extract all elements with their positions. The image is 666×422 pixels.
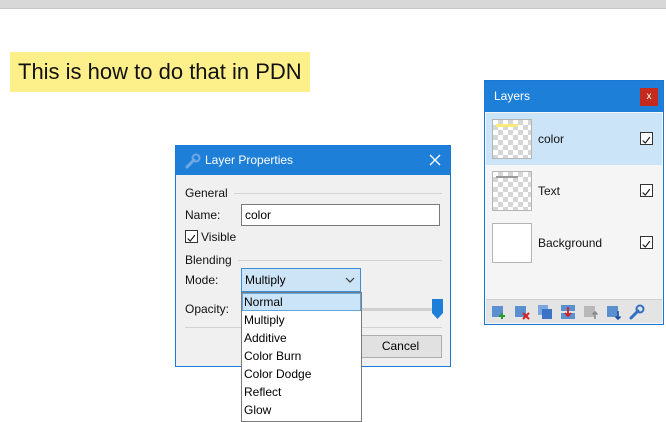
blend-mode-value: Multiply (245, 273, 286, 287)
blend-mode-select[interactable]: Multiply (241, 268, 361, 292)
thumbnail-content (496, 176, 518, 178)
layer-name: Text (538, 184, 561, 198)
layers-close-button[interactable]: x (640, 88, 658, 106)
dropdown-option-normal[interactable]: Normal (242, 293, 361, 311)
layer-visible-checkbox[interactable] (640, 236, 653, 249)
name-label: Name: (185, 208, 221, 222)
visible-checkbox[interactable] (185, 230, 198, 243)
layer-name: color (538, 132, 565, 146)
layer-name: Background (538, 236, 603, 250)
checkmark-icon (642, 240, 651, 248)
move-layer-up-icon[interactable] (583, 304, 599, 320)
blending-section-label: Blending (185, 253, 232, 267)
blend-mode-dropdown-list: Normal Multiply Additive Color Burn Colo… (241, 292, 362, 422)
cancel-button[interactable]: Cancel (359, 335, 442, 358)
visible-label: Visible (201, 230, 237, 244)
dialog-titlebar[interactable]: Layer Properties (176, 146, 450, 175)
general-divider (234, 193, 442, 194)
add-layer-icon[interactable] (491, 304, 507, 320)
dropdown-option-additive[interactable]: Additive (242, 329, 361, 347)
layer-row-color[interactable]: color (486, 113, 662, 165)
thumbnail-content (496, 124, 518, 127)
chevron-down-icon (345, 277, 355, 283)
dialog-title: Layer Properties (205, 153, 294, 167)
layers-title: Layers (494, 89, 531, 103)
wrench-icon (185, 153, 201, 169)
layers-window: Layers x color Text Background (484, 80, 664, 325)
opacity-slider-thumb[interactable] (432, 299, 443, 319)
general-section-label: General (185, 186, 228, 200)
dropdown-option-multiply[interactable]: Multiply (242, 311, 361, 329)
merge-layer-down-icon[interactable] (560, 304, 576, 320)
layer-row-background[interactable]: Background (486, 217, 662, 269)
layer-properties-icon[interactable] (629, 304, 645, 320)
duplicate-layer-icon[interactable] (537, 304, 553, 320)
layer-row-text[interactable]: Text (486, 165, 662, 217)
checkmark-icon (642, 136, 651, 144)
layer-thumbnail (492, 223, 532, 263)
delete-layer-icon[interactable] (514, 304, 530, 320)
mode-label: Mode: (185, 273, 219, 287)
dropdown-option-color-burn[interactable]: Color Burn (242, 347, 361, 365)
opacity-label: Opacity: (185, 302, 230, 316)
caption-highlight: This is how to do that in PDN (10, 52, 310, 92)
layers-toolbar (486, 299, 662, 323)
opacity-slider-track[interactable] (361, 308, 441, 311)
checkmark-icon (642, 188, 651, 196)
layer-visible-checkbox[interactable] (640, 132, 653, 145)
layer-visible-checkbox[interactable] (640, 184, 653, 197)
name-input[interactable]: color (241, 204, 440, 226)
checkmark-icon (187, 234, 196, 242)
dropdown-option-color-dodge[interactable]: Color Dodge (242, 365, 361, 383)
move-layer-down-icon[interactable] (606, 304, 622, 320)
layers-titlebar[interactable]: Layers x (485, 81, 663, 112)
top-bar (0, 0, 666, 9)
dropdown-option-reflect[interactable]: Reflect (242, 383, 361, 401)
blending-divider (238, 260, 442, 261)
layer-thumbnail (492, 171, 532, 211)
dropdown-option-glow[interactable]: Glow (242, 401, 361, 419)
layer-thumbnail (492, 119, 532, 159)
close-icon[interactable] (426, 151, 444, 169)
